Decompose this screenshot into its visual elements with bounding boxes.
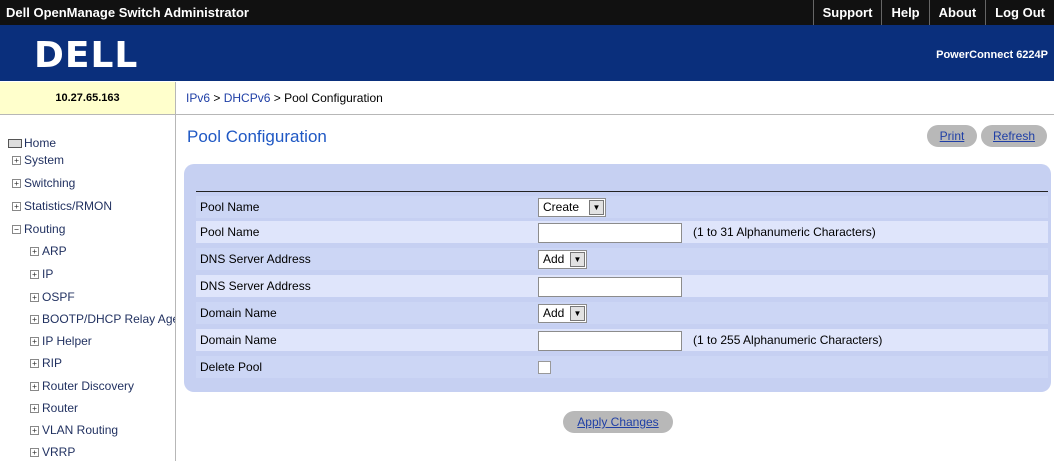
tree-label: OSPF [42, 290, 75, 304]
row-pool-name-input: Pool Name (1 to 31 Alphanumeric Characte… [196, 221, 1048, 243]
breadcrumb: IPv6 > DHCPv6 > Pool Configuration [186, 91, 383, 105]
tree-item-arp[interactable]: + ARP [30, 244, 67, 258]
tree-item-bootp-dhcp-relay[interactable]: + BOOTP/DHCP Relay Agent [30, 312, 176, 326]
tree-item-ospf[interactable]: + OSPF [30, 290, 75, 304]
pool-name-input[interactable] [538, 223, 682, 243]
tree-item-vrrp[interactable]: + VRRP [30, 445, 75, 459]
expand-icon[interactable]: + [12, 156, 21, 166]
expand-icon[interactable]: + [30, 337, 39, 347]
tree-item-statistics-rmon[interactable]: + Statistics/RMON [12, 199, 112, 213]
tree-item-routing[interactable]: − Routing [12, 222, 65, 236]
field-hint: (1 to 255 Alphanumeric Characters) [693, 333, 883, 347]
breadcrumb-separator: > [270, 91, 285, 105]
model-name: PowerConnect 6224P [936, 49, 1048, 61]
tree-item-switching[interactable]: + Switching [12, 176, 75, 190]
chevron-down-icon: ▼ [589, 200, 604, 215]
field-label: DNS Server Address [200, 279, 311, 293]
expand-icon[interactable]: + [30, 359, 39, 369]
nav-tree: Home + System + Switching + Statistics/RMON… [0, 115, 176, 461]
chevron-down-icon: ▼ [570, 252, 585, 267]
field-label: Domain Name [200, 306, 277, 320]
tree-label: IP Helper [42, 334, 92, 348]
tree-label: ARP [42, 244, 67, 258]
field-label: Pool Name [200, 200, 260, 214]
breadcrumb-ipv6[interactable]: IPv6 [186, 91, 210, 105]
field-label: Pool Name [200, 225, 260, 239]
expand-icon[interactable]: + [30, 382, 39, 392]
dell-logo: DELL [34, 35, 139, 76]
breadcrumb-bar: IPv6 > DHCPv6 > Pool Configuration [176, 82, 1054, 115]
row-dns-input: DNS Server Address [196, 275, 1048, 297]
tree-item-ip[interactable]: + IP [30, 267, 53, 281]
expand-icon[interactable]: + [30, 293, 39, 303]
top-nav: Support Help About Log Out [812, 0, 1054, 25]
tree-item-router-discovery[interactable]: + Router Discovery [30, 379, 134, 393]
logout-link[interactable]: Log Out [985, 0, 1054, 25]
top-bar: Dell OpenManage Switch Administrator Sup… [0, 0, 1054, 25]
brand-banner: DELL PowerConnect 6224P [0, 25, 1054, 81]
tree-label: RIP [42, 356, 63, 370]
expand-icon[interactable]: + [12, 202, 21, 212]
refresh-button[interactable]: Refresh [981, 125, 1047, 147]
expand-icon[interactable]: + [30, 247, 39, 257]
tree-label: Statistics/RMON [24, 199, 113, 213]
tree-label: Switching [24, 176, 76, 190]
tree-item-home[interactable]: Home [8, 136, 56, 150]
device-ip: 10.27.65.163 [55, 92, 120, 104]
expand-icon[interactable]: + [30, 404, 39, 414]
tree-label: VRRP [42, 445, 76, 459]
tree-label: Router Discovery [42, 379, 135, 393]
breadcrumb-current: Pool Configuration [284, 91, 383, 105]
tree-label: Router [42, 401, 79, 415]
apply-changes-button[interactable]: Apply Changes [563, 411, 673, 433]
tree-label: IP [42, 267, 54, 281]
print-button[interactable]: Print [927, 125, 977, 147]
row-domain-input: Domain Name (1 to 255 Alphanumeric Chara… [196, 329, 1048, 351]
row-dns-select: DNS Server Address Add ▼ [196, 248, 1048, 270]
support-link[interactable]: Support [812, 0, 882, 25]
dns-server-input[interactable] [538, 277, 682, 297]
select-value: Add [543, 252, 565, 266]
select-value: Add [543, 306, 565, 320]
expand-icon[interactable]: + [30, 426, 39, 436]
field-label: Delete Pool [200, 360, 263, 374]
tree-label: System [24, 153, 65, 167]
breadcrumb-separator: > [210, 91, 224, 105]
device-ip-box: 10.27.65.163 [0, 82, 176, 115]
field-hint: (1 to 31 Alphanumeric Characters) [693, 225, 876, 239]
row-domain-select: Domain Name Add ▼ [196, 302, 1048, 324]
app-title: Dell OpenManage Switch Administrator [6, 5, 249, 20]
field-label: DNS Server Address [200, 252, 311, 266]
divider [196, 191, 1048, 192]
expand-icon[interactable]: + [30, 270, 39, 280]
expand-icon[interactable]: + [30, 448, 39, 458]
row-delete-pool: Delete Pool [196, 356, 1048, 378]
field-label: Domain Name [200, 333, 277, 347]
domain-name-select[interactable]: Add ▼ [538, 304, 587, 323]
chevron-down-icon: ▼ [570, 306, 585, 321]
domain-name-input[interactable] [538, 331, 682, 351]
help-link[interactable]: Help [881, 0, 928, 25]
tree-label: Routing [24, 222, 66, 236]
expand-icon[interactable]: + [12, 179, 21, 189]
select-value: Create [543, 200, 580, 214]
tree-label: BOOTP/DHCP Relay Agent [42, 312, 176, 326]
tree-label: Home [24, 136, 57, 150]
tree-item-rip[interactable]: + RIP [30, 356, 62, 370]
delete-pool-checkbox[interactable] [538, 361, 551, 374]
page-title: Pool Configuration [187, 127, 327, 146]
tree-item-system[interactable]: + System [12, 153, 64, 167]
about-link[interactable]: About [928, 0, 986, 25]
dns-server-select[interactable]: Add ▼ [538, 250, 587, 269]
pool-name-select[interactable]: Create ▼ [538, 198, 606, 217]
expand-icon[interactable]: + [30, 315, 39, 325]
tree-item-ip-helper[interactable]: + IP Helper [30, 334, 92, 348]
breadcrumb-dhcpv6[interactable]: DHCPv6 [224, 91, 271, 105]
tree-item-vlan-routing[interactable]: + VLAN Routing [30, 423, 118, 437]
tree-label: VLAN Routing [42, 423, 119, 437]
collapse-icon[interactable]: − [12, 225, 21, 235]
tree-item-router[interactable]: + Router [30, 401, 78, 415]
home-icon [8, 139, 22, 149]
row-pool-name-select: Pool Name Create ▼ [196, 196, 1048, 218]
